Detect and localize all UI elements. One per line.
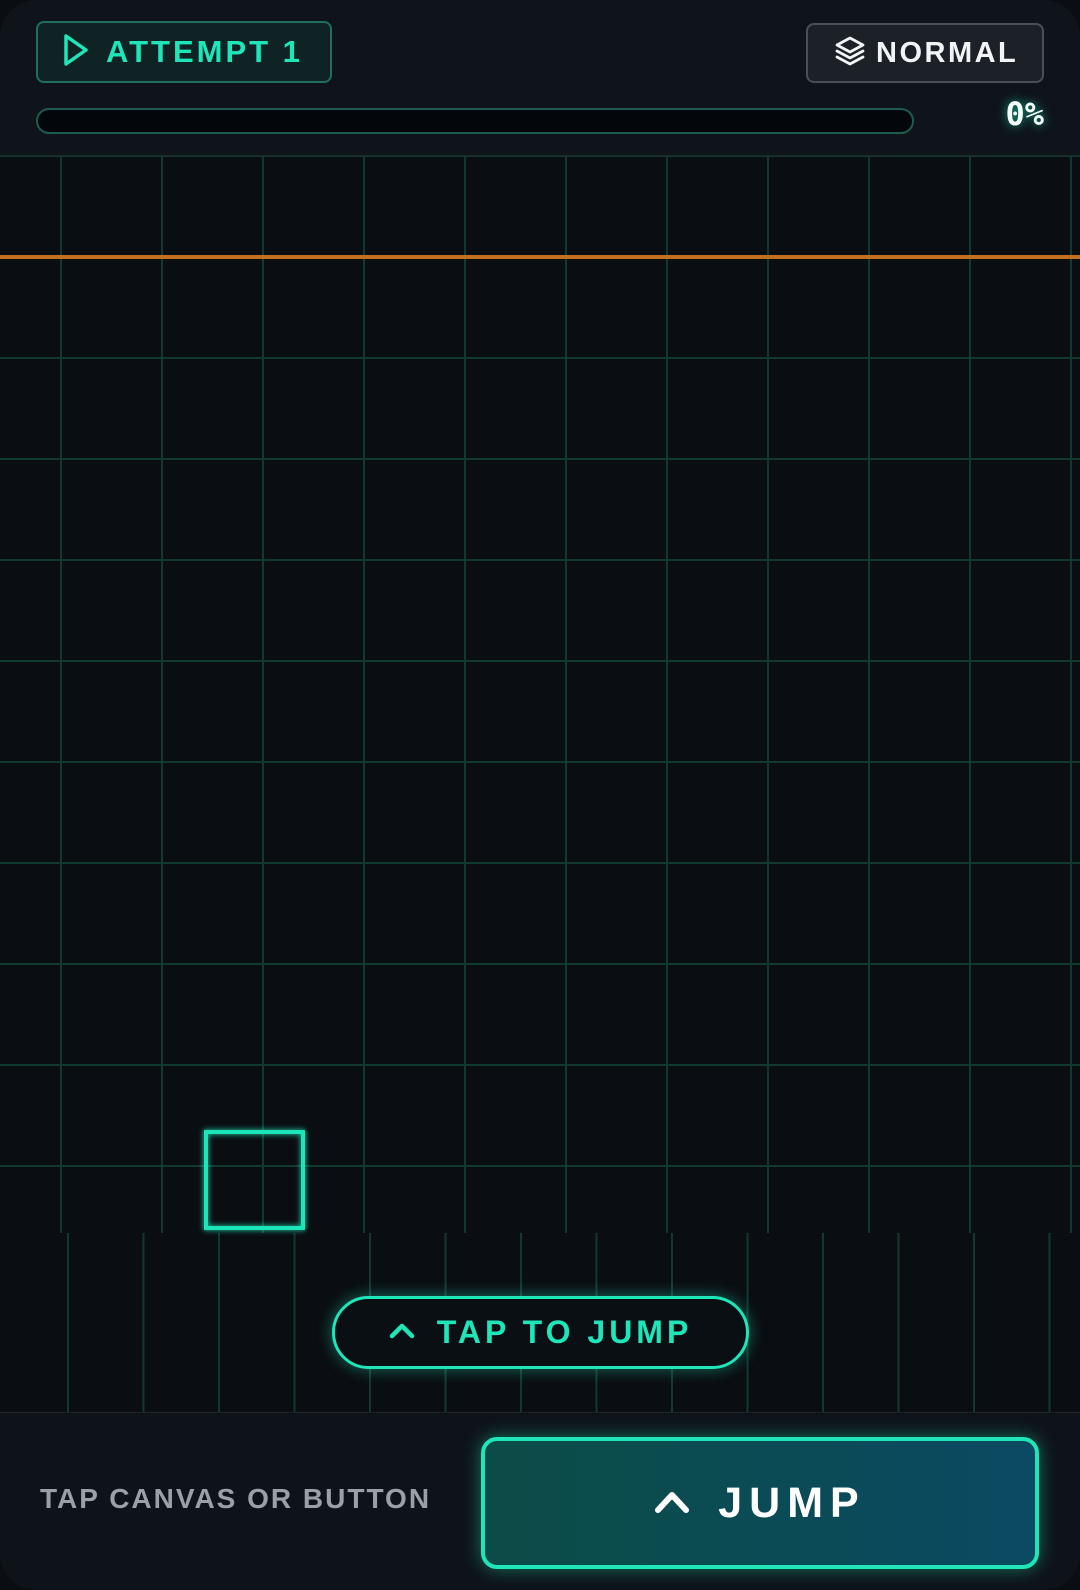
control-bar: TAP CANVAS OR BUTTON JUMP [0,1412,1080,1590]
difficulty-button[interactable]: NORMAL [806,23,1044,83]
layers-icon [834,35,866,72]
tap-to-jump-button[interactable]: TAP TO JUMP [332,1296,749,1369]
game-screen: ATTEMPT 1 NORMAL 0% TAP TO JUMP TAP CANV… [0,0,1080,1590]
control-hint: TAP CANVAS OR BUTTON [40,1483,432,1514]
tap-to-jump-label: TAP TO JUMP [436,1314,693,1350]
chevron-up-icon [654,1488,690,1519]
progress-percent: 0% [1005,95,1044,133]
jump-label: JUMP [718,1478,866,1527]
background-grid [0,155,1080,1233]
progress-bar [36,108,914,134]
jump-button[interactable]: JUMP [481,1437,1039,1569]
difficulty-label: NORMAL [876,36,1019,69]
play-icon [62,33,90,72]
game-canvas[interactable] [0,155,1080,1412]
top-hud: ATTEMPT 1 NORMAL 0% [0,0,1080,156]
game-scene [0,155,1080,1412]
attempt-label: ATTEMPT 1 [106,34,303,69]
chevron-up-icon [389,1321,415,1344]
attempt-badge[interactable]: ATTEMPT 1 [36,21,332,83]
player-cube [204,1130,305,1230]
